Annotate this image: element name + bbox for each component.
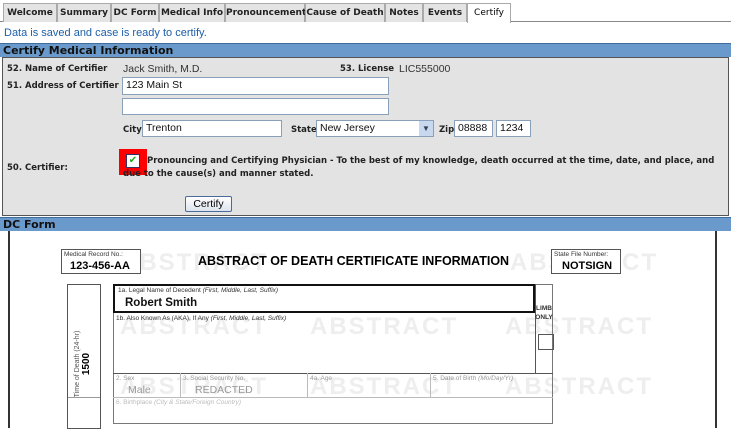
legal-name-value: Robert Smith	[125, 297, 198, 309]
dob-hint: (Mo/Day/Yr)	[478, 375, 514, 382]
age-label: 4a. Age	[310, 375, 333, 382]
tab-notes[interactable]: Notes	[385, 3, 423, 22]
ssn-value: REDACTED	[195, 384, 253, 396]
time-of-death-value: 1500	[81, 352, 92, 376]
aka-label: 1b. Also Known As (AKA), If Any	[116, 315, 209, 322]
dob-label: 5. Date of Birth	[433, 375, 477, 382]
certifier-statement: Pronouncing and Certifying Physician - T…	[123, 156, 715, 179]
ssn-label: 3. Social Security No.	[183, 375, 246, 382]
state-select[interactable]: New Jersey ▼	[316, 120, 434, 137]
tab-events[interactable]: Events	[423, 3, 467, 22]
certify-button[interactable]: Certify	[185, 196, 232, 212]
license-value: LIC555000	[399, 63, 451, 75]
zip-input[interactable]: 08888	[454, 120, 493, 137]
address-line2-input[interactable]	[122, 98, 389, 115]
tab-summary[interactable]: Summary	[57, 3, 111, 22]
city-input[interactable]: Trenton	[142, 120, 282, 137]
tab-cause-of-death[interactable]: Cause of Death	[305, 3, 385, 22]
certify-section-header: Certify Medical Information	[0, 43, 731, 57]
address-label: 51. Address of Certifier	[7, 81, 119, 91]
dc-form-preview: ABSTRACT ABSTRACT ABSTRACT ABSTRACT ABST…	[8, 231, 717, 429]
form-heading: ABSTRACT OF DEATH CERTIFICATE INFORMATIO…	[198, 254, 510, 268]
state-file-value: NOTSIGN	[562, 260, 613, 272]
medical-record-label: Medical Record No.:	[64, 251, 123, 258]
legal-name-label: 1a. Legal Name of Decedent	[118, 287, 201, 294]
city-label: City	[123, 125, 142, 135]
tab-bar: Welcome Summary DC Form Medical Info Pro…	[0, 0, 731, 23]
legal-name-hint: (First, Middle, Last, Suffix)	[202, 287, 279, 294]
limb-only-checkbox[interactable]	[538, 334, 554, 350]
state-file-box: State File Number: NOTSIGN	[551, 249, 621, 274]
sex-value: Male	[128, 384, 151, 396]
state-file-label: State File Number:	[554, 251, 609, 258]
certify-panel: 52. Name of Certifier Jack Smith, M.D. 5…	[2, 57, 729, 216]
status-message: Data is saved and case is ready to certi…	[4, 27, 207, 39]
time-of-death-box: Time of Death (24-hr) 1500	[67, 284, 101, 429]
legal-name-box: 1a. Legal Name of Decedent (First, Middl…	[113, 284, 535, 313]
state-value: New Jersey	[320, 122, 375, 134]
tab-pronouncement[interactable]: Pronouncement	[225, 3, 306, 22]
name-label: 52. Name of Certifier	[7, 64, 108, 74]
chevron-down-icon[interactable]: ▼	[419, 121, 433, 136]
tab-certify[interactable]: Certify	[467, 3, 511, 23]
birthplace-hint: (City & State/Foreign Country)	[153, 399, 242, 406]
medical-record-box: Medical Record No.: 123-456-AA	[61, 249, 141, 274]
time-of-death-label: Time of Death (24-hr)	[74, 330, 81, 398]
name-value: Jack Smith, M.D.	[123, 63, 203, 75]
limb-only-label: LIMB ONLY	[535, 305, 553, 321]
certifier-label: 50. Certifier:	[7, 163, 68, 173]
medical-record-value: 123-456-AA	[70, 260, 130, 272]
sex-label: 2. Sex	[116, 375, 135, 382]
dc-form-header: DC Form	[0, 217, 731, 231]
tab-dc-form[interactable]: DC Form	[111, 3, 159, 22]
tab-medical-info[interactable]: Medical Info	[159, 3, 225, 22]
zip-label: Zip	[439, 125, 455, 135]
license-label: 53. License	[340, 64, 395, 74]
birthplace-label: 6. Birthplace	[116, 399, 153, 406]
aka-hint: (First, Middle, Last, Suffix)	[210, 315, 287, 322]
tab-welcome[interactable]: Welcome	[3, 3, 57, 22]
state-label: State	[291, 125, 317, 135]
zip-ext-input[interactable]: 1234	[496, 120, 531, 137]
address-line1-input[interactable]: 123 Main St	[122, 77, 389, 95]
